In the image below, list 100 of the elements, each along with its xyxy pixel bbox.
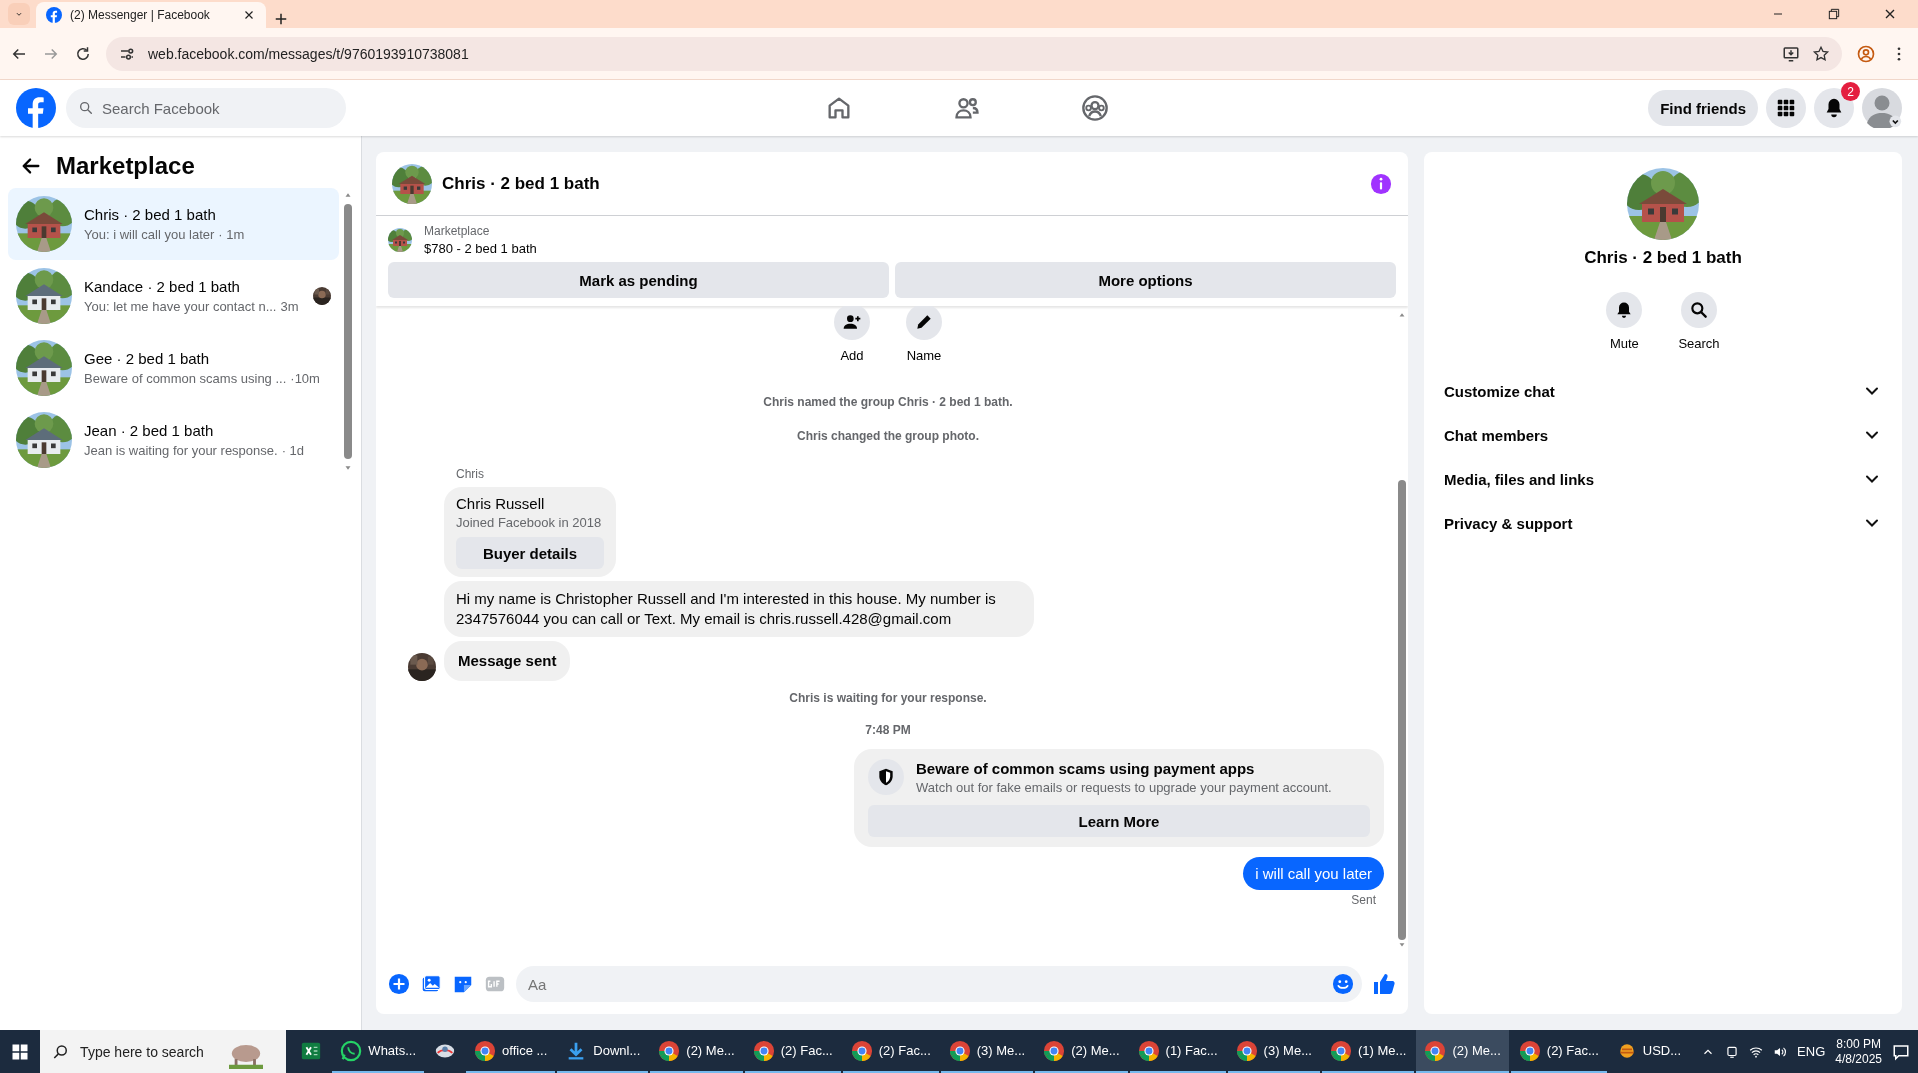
profile-subtitle: Joined Facebook in 2018 <box>456 515 603 530</box>
shield-icon <box>876 767 896 787</box>
sidebar-title: Marketplace <box>56 152 195 180</box>
taskbar-app[interactable]: (2) Me... <box>650 1030 743 1073</box>
chrome-icon <box>474 1039 497 1062</box>
taskbar-app[interactable]: Downl... <box>557 1030 649 1073</box>
section-header[interactable]: Media, files and links <box>1432 457 1894 501</box>
conversation-name: Chris · 2 bed 1 bath <box>84 206 217 223</box>
taskbar-app[interactable]: (3) Me... <box>940 1030 1034 1073</box>
chrome-icon <box>1235 1039 1258 1062</box>
section-title: Chat members <box>1444 426 1549 444</box>
message-preview: Jean is waiting for your response. <box>84 443 278 458</box>
action-button[interactable]: More options <box>895 262 1396 298</box>
language-indicator[interactable]: ENG <box>1797 1044 1826 1059</box>
chrome-icon <box>948 1039 971 1062</box>
browser-tab[interactable]: (2) Messenger | Facebook <box>36 2 266 28</box>
chat-title: Chris · 2 bed 1 bath <box>442 173 601 194</box>
message-time: · 1d <box>281 443 305 458</box>
chrome-icon <box>1424 1039 1447 1062</box>
system-message: Chris changed the group photo. <box>796 429 980 443</box>
emoji-icon[interactable] <box>1332 973 1354 995</box>
warning-title: Beware of common scams using payment apps <box>916 759 1256 777</box>
system-message: Chris is waiting for your response. <box>788 691 988 705</box>
taskbar-app[interactable]: (2) Me... <box>1416 1030 1509 1073</box>
url-text: web.facebook.com/messages/t/9760193910738081 <box>148 45 470 62</box>
taskbar-app[interactable]: (3) Me... <box>1227 1030 1320 1073</box>
windows-icon <box>11 1042 30 1061</box>
search-field[interactable]: Search Facebook <box>66 88 346 128</box>
pencil-icon <box>914 312 934 332</box>
learn-more-button[interactable]: Learn More <box>868 805 1370 837</box>
message-field[interactable]: Aa <box>516 966 1362 1002</box>
star-icon[interactable] <box>1812 44 1830 63</box>
notification-badge: 2 <box>1841 82 1860 101</box>
search-placeholder: Type here to search <box>80 1043 205 1060</box>
taskbar-app[interactable]: (1) Me... <box>1322 1030 1415 1073</box>
section-header[interactable]: Chat members <box>1432 413 1894 457</box>
chrome-icon <box>1330 1039 1352 1062</box>
message-preview: You: let me have your contact n... <box>84 299 277 314</box>
warning-text: Watch out for fake emails or requests to upgrade your payment account. <box>916 779 1332 795</box>
listing-title: $780 - 2 bed 1 bath <box>424 241 537 256</box>
find-friends-button[interactable]: Find friends <box>1648 90 1758 126</box>
account-avatar-icon[interactable] <box>1862 88 1902 128</box>
notifications-icon[interactable] <box>1892 1042 1910 1061</box>
chrome-icon <box>658 1039 681 1062</box>
listing-label: Marketplace <box>424 224 491 238</box>
whatsapp-icon <box>340 1039 363 1062</box>
add-person-icon <box>842 312 862 332</box>
taskbar-app[interactable]: (2) Me... <box>1035 1030 1128 1073</box>
message-bubble: Hi my name is Christopher Russell and I'm interested in this house. My number is 2347576044 you can call or Text. My email is chris.russell.428@gmail.com <box>444 581 1034 637</box>
groups-icon[interactable] <box>1081 94 1110 122</box>
section-title: Privacy & support <box>1444 514 1573 532</box>
clock-time: 8:00 PM <box>1836 1036 1881 1052</box>
taskbar-app[interactable]: (2) Fac... <box>1510 1030 1607 1073</box>
search-placeholder: Search Facebook <box>102 99 220 117</box>
address-bar[interactable]: web.facebook.com/messages/t/9760193910738081 <box>106 36 1842 71</box>
taskbar-app[interactable]: (2) Fac... <box>744 1030 841 1073</box>
message-preview: You: i will call you later <box>84 227 215 242</box>
grid-icon <box>1775 97 1797 119</box>
thumbs-up-icon[interactable] <box>1372 972 1396 996</box>
conversation-name: Kandace · 2 bed 1 bath <box>84 278 241 295</box>
section-header[interactable]: Customize chat <box>1432 369 1894 413</box>
conversation-item[interactable]: Kandace · 2 bed 1 bath You: let me have your contact n... 3m <box>8 260 339 332</box>
system-message: Chris named the group Chris · 2 bed 1 bath. <box>762 395 1014 409</box>
message-bubble: i will call you later <box>1243 857 1384 890</box>
taskbar-search[interactable]: Type here to search <box>40 1030 287 1073</box>
section-header[interactable]: Privacy & support <box>1432 501 1894 545</box>
menu-button[interactable] <box>1766 88 1806 128</box>
action-button[interactable]: Mark as pending <box>388 262 889 298</box>
buyer-details-button[interactable]: Buyer details <box>456 537 604 569</box>
back-arrow-icon[interactable] <box>20 155 42 177</box>
weather-widget[interactable]: USD... <box>1608 1030 1690 1073</box>
taskbar-app[interactable]: (1) Fac... <box>1129 1030 1226 1073</box>
taskbar-app[interactable]: office ... <box>466 1030 556 1073</box>
plus-icon[interactable] <box>388 973 410 995</box>
chrome-icon <box>1137 1039 1160 1062</box>
profile-icon[interactable] <box>1856 43 1876 64</box>
search-icon <box>78 100 94 116</box>
clock-date: 4/8/2025 <box>1835 1051 1882 1067</box>
message-time: ·10m <box>290 371 320 386</box>
chrome-icon <box>1043 1039 1066 1062</box>
message-status: Sent <box>1351 893 1376 907</box>
conversation-item[interactable]: Chris · 2 bed 1 bath You: i will call you later · 1m <box>8 188 339 260</box>
message-time: · 1m <box>218 227 245 242</box>
section-title: Media, files and links <box>1444 470 1595 488</box>
chrome-icon <box>850 1039 873 1062</box>
reload-icon[interactable] <box>74 44 92 63</box>
taskbar-app[interactable]: Whats... <box>332 1030 425 1073</box>
notifications-button[interactable] <box>1814 88 1854 128</box>
install-icon[interactable] <box>1782 44 1800 63</box>
info-icon[interactable] <box>1370 172 1392 195</box>
chrome-icon <box>752 1039 775 1062</box>
conversation-name: Gee · 2 bed 1 bath <box>84 350 211 367</box>
conversation-item[interactable]: Jean · 2 bed 1 bath Jean is waiting for your response. · 1d <box>8 404 339 476</box>
conversation-item[interactable]: Gee · 2 bed 1 bath Beware of common scams using ... ·10m <box>8 332 339 404</box>
message-bubble: Message sent <box>444 641 571 681</box>
wifi-icon[interactable] <box>1749 1044 1764 1059</box>
sender-name: Chris <box>456 467 485 481</box>
restore-icon[interactable] <box>1826 6 1842 22</box>
facebook-logo-icon[interactable] <box>16 88 56 128</box>
taskbar-app[interactable]: (2) Fac... <box>842 1030 939 1073</box>
